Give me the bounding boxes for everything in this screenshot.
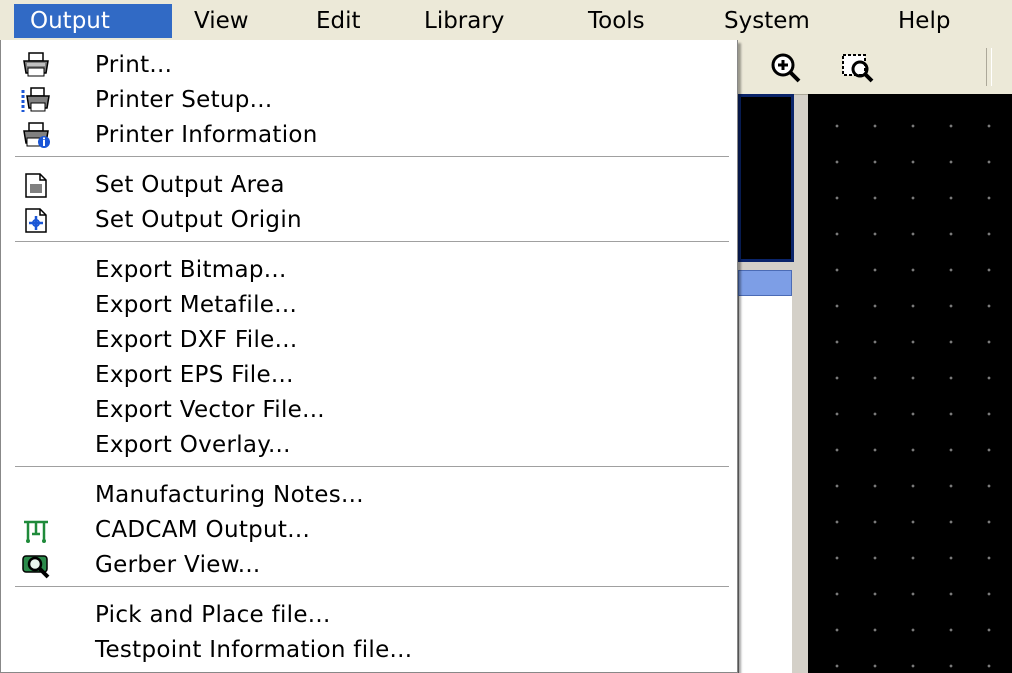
- output-area-icon: [25, 173, 47, 198]
- zoom-in-icon[interactable]: [768, 50, 802, 84]
- zoom-window-icon[interactable]: [840, 50, 874, 84]
- menu-item-export-dxf-file[interactable]: Export DXF File...: [9, 323, 731, 357]
- menu-item-manufacturing-notes[interactable]: Manufacturing Notes...: [9, 478, 731, 512]
- toolbar-separator: [986, 48, 992, 86]
- printer-icon: [23, 52, 49, 77]
- menu-item-export-bitmap[interactable]: Export Bitmap...: [9, 253, 731, 287]
- menu-item-label: Print...: [95, 52, 173, 78]
- panel-header[interactable]: [738, 270, 792, 296]
- menu-system[interactable]: System: [708, 4, 826, 38]
- menu-bar: Output View Edit Library Tools System He…: [0, 0, 1012, 41]
- menu-item-printer-information[interactable]: Printer Information: [9, 118, 731, 152]
- preview-panel: [738, 94, 794, 262]
- menu-item-label: Set Output Origin: [95, 207, 302, 233]
- cadcam-icon: [24, 520, 48, 543]
- design-workspace[interactable]: [808, 94, 1012, 673]
- menu-item-gerber-view[interactable]: Gerber View...: [9, 548, 731, 582]
- menu-edit[interactable]: Edit: [300, 4, 377, 38]
- menu-item-export-overlay[interactable]: Export Overlay...: [9, 428, 731, 462]
- output-menu-dropdown: Print... Printer Setup... Printer Inform…: [0, 40, 738, 673]
- menu-item-cadcam-output[interactable]: CADCAM Output...: [9, 513, 731, 547]
- menu-item-label: CADCAM Output...: [95, 517, 311, 543]
- menu-item-export-eps-file[interactable]: Export EPS File...: [9, 358, 731, 392]
- menu-item-label: Set Output Area: [95, 172, 285, 198]
- menu-library[interactable]: Library: [408, 4, 520, 38]
- menu-item-printer-setup[interactable]: Printer Setup...: [9, 83, 731, 117]
- menu-output[interactable]: Output: [14, 4, 172, 38]
- menu-view[interactable]: View: [178, 4, 265, 38]
- menu-item-export-metafile[interactable]: Export Metafile...: [9, 288, 731, 322]
- menu-item-print[interactable]: Print...: [9, 48, 731, 82]
- menu-item-label: Printer Setup...: [95, 87, 273, 113]
- menu-item-set-output-area[interactable]: Set Output Area: [9, 168, 731, 202]
- menu-item-label: Export Overlay...: [95, 432, 291, 458]
- menu-item-export-vector-file[interactable]: Export Vector File...: [9, 393, 731, 427]
- menu-separator: [15, 241, 729, 243]
- menu-item-set-output-origin[interactable]: Set Output Origin: [9, 203, 731, 237]
- menu-separator: [15, 466, 729, 468]
- menu-item-testpoint-information-file[interactable]: Testpoint Information file...: [9, 633, 731, 667]
- output-origin-icon: [25, 208, 47, 233]
- menu-item-label: Manufacturing Notes...: [95, 482, 364, 508]
- gerber-view-icon: [22, 555, 50, 579]
- menu-item-label: Export DXF File...: [95, 327, 298, 353]
- menu-separator: [15, 156, 729, 158]
- toolbar: [738, 40, 1012, 95]
- menu-item-label: Pick and Place file...: [95, 602, 331, 628]
- menu-item-label: Export Metafile...: [95, 292, 298, 318]
- menu-item-label: Export Bitmap...: [95, 257, 287, 283]
- menu-tools[interactable]: Tools: [572, 4, 661, 38]
- menu-item-label: Testpoint Information file...: [95, 637, 413, 663]
- menu-separator: [15, 586, 729, 588]
- menu-item-label: Export Vector File...: [95, 397, 325, 423]
- menu-item-label: Printer Information: [95, 122, 318, 148]
- menu-item-pick-and-place-file[interactable]: Pick and Place file...: [9, 598, 731, 632]
- menu-item-label: Export EPS File...: [95, 362, 294, 388]
- menu-item-label: Gerber View...: [95, 552, 261, 578]
- printer-setup-icon: [21, 87, 50, 112]
- menu-help[interactable]: Help: [882, 4, 966, 38]
- printer-info-icon: [23, 122, 50, 148]
- side-panel: [738, 296, 792, 673]
